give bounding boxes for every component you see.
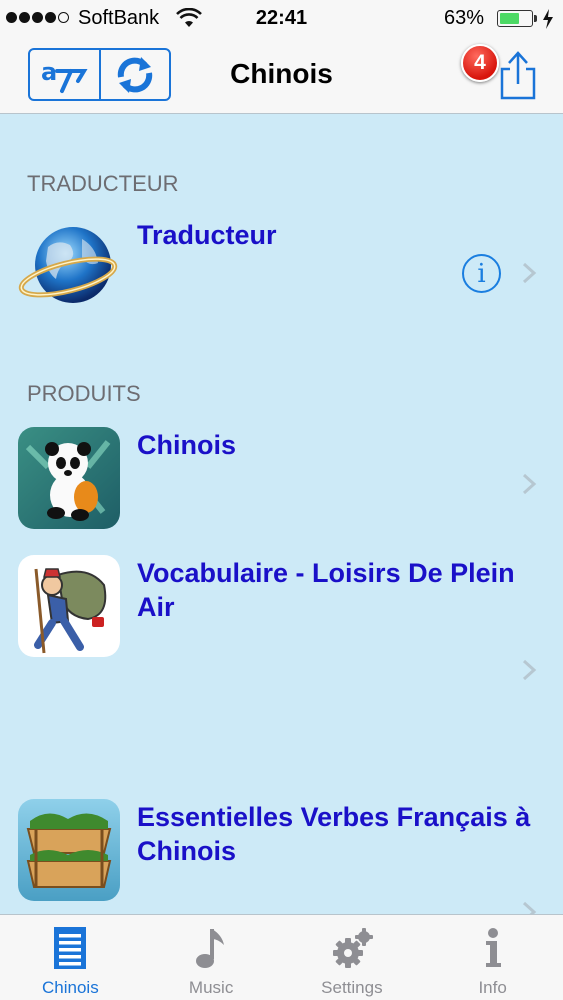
hiker-icon bbox=[18, 555, 120, 657]
battery-icon bbox=[497, 10, 533, 27]
list-item-title: Traducteur bbox=[137, 220, 277, 250]
share-button[interactable] bbox=[497, 50, 539, 100]
section-header-translator: TRADUCTEUR bbox=[27, 171, 179, 196]
music-note-icon bbox=[196, 929, 225, 968]
list-item-chinois[interactable]: Chinois bbox=[0, 422, 563, 534]
info-icon bbox=[485, 928, 501, 967]
tab-music[interactable]: Music bbox=[141, 915, 282, 1000]
charging-bolt-icon bbox=[543, 9, 553, 29]
list-item-title: Essentielles Verbes Français à Chinois bbox=[137, 802, 531, 866]
chevron-right-icon bbox=[522, 262, 537, 284]
panda-icon bbox=[18, 427, 120, 529]
list-item-traducteur[interactable]: Traducteur i bbox=[0, 212, 563, 324]
status-bar: SoftBank 22:41 63% bbox=[0, 0, 563, 38]
product-list: TRADUCTEUR Traducteur i PRODUITS Chinois… bbox=[0, 114, 563, 914]
battery-percentage: 63% bbox=[444, 7, 485, 29]
chevron-right-icon bbox=[522, 659, 537, 681]
tab-settings[interactable]: Settings bbox=[282, 915, 423, 1000]
tab-label: Info bbox=[478, 978, 507, 997]
gear-icon bbox=[332, 928, 373, 968]
share-icon bbox=[500, 51, 536, 100]
chevron-right-icon bbox=[522, 901, 537, 914]
tab-chinois[interactable]: Chinois bbox=[0, 915, 141, 1000]
tab-info[interactable]: Info bbox=[422, 915, 563, 1000]
info-button[interactable]: i bbox=[462, 254, 501, 293]
chevron-right-icon bbox=[522, 473, 537, 495]
crate-icon bbox=[18, 799, 120, 901]
list-item-verbes[interactable]: Essentielles Verbes Français à Chinois bbox=[0, 794, 563, 914]
list-item-title: Vocabulaire - Loisirs De Plein Air bbox=[137, 558, 515, 622]
notification-badge: 4 bbox=[461, 44, 499, 82]
list-item-vocabulaire[interactable]: Vocabulaire - Loisirs De Plein Air bbox=[0, 550, 563, 778]
section-header-products: PRODUITS bbox=[27, 381, 141, 406]
tab-bar: Chinois Music Settings Info bbox=[0, 914, 563, 1000]
tab-label: Music bbox=[188, 978, 234, 997]
list-item-title: Chinois bbox=[137, 430, 236, 460]
navigation-bar: a Chinois 4 bbox=[0, 38, 563, 114]
tab-label: Chinois bbox=[42, 978, 99, 997]
tab-label: Settings bbox=[321, 978, 383, 997]
globe-icon bbox=[18, 217, 120, 319]
list-icon bbox=[54, 927, 87, 969]
